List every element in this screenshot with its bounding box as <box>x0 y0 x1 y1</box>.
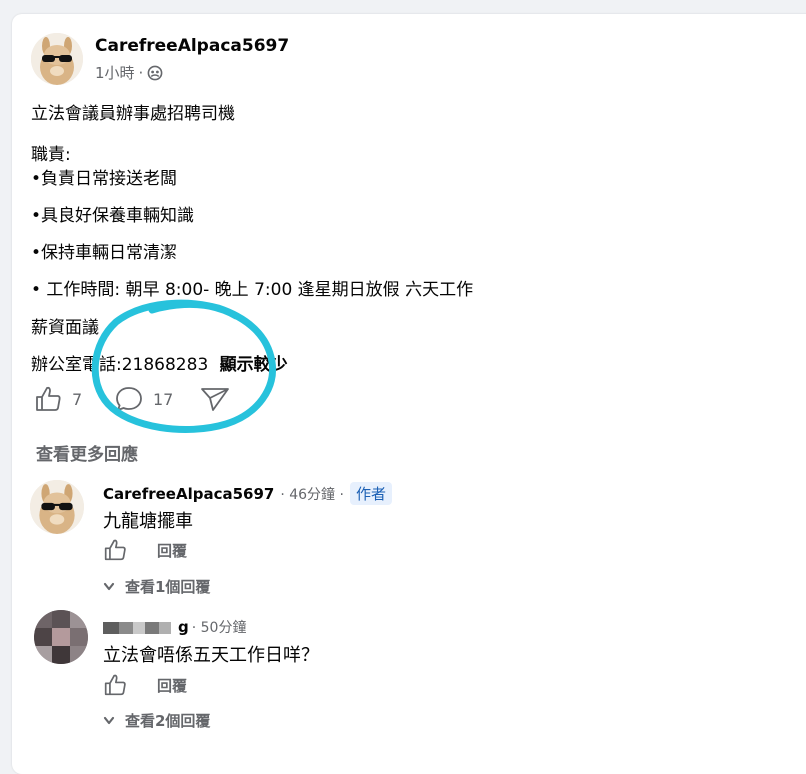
post-body-line: •負責日常接送老闆 <box>31 169 178 189</box>
post-title-line: 立法會議員辦事處招聘司機 <box>31 104 235 124</box>
comment-header: g · 50分鐘 <box>103 617 246 637</box>
comment-avatar-blurred[interactable] <box>34 610 88 664</box>
post-meta: 1小時 · <box>95 62 163 83</box>
pixelated-avatar-icon <box>34 610 88 664</box>
post-time[interactable]: 1小時 <box>95 62 135 83</box>
view-replies-link[interactable]: 查看1個回覆 <box>103 576 210 597</box>
thumbs-up-icon <box>36 386 61 411</box>
post-author-avatar[interactable] <box>31 33 83 85</box>
view-more-comments-link[interactable]: 查看更多回應 <box>36 440 138 465</box>
alpaca-avatar-icon <box>31 33 83 85</box>
like-count: 7 <box>72 389 83 409</box>
meta-separator: · <box>138 63 144 82</box>
comment-header: CarefreeAlpaca5697 · 46分鐘 · 作者 <box>103 482 392 505</box>
redacted-name-icon <box>103 622 171 634</box>
thumbs-up-icon[interactable] <box>103 674 127 696</box>
view-replies-link[interactable]: 查看2個回覆 <box>103 710 210 731</box>
comment-text: 九龍塘擺車 <box>103 511 193 532</box>
audience-group-icon[interactable] <box>147 65 163 81</box>
reply-button[interactable]: 回覆 <box>157 540 187 561</box>
alpaca-avatar-icon <box>30 480 84 534</box>
like-button[interactable]: 7 <box>34 386 82 412</box>
thumbs-up-icon[interactable] <box>103 539 127 561</box>
chevron-down-icon <box>103 582 115 590</box>
comment-author-suffix[interactable]: g <box>178 618 189 636</box>
comment-avatar[interactable] <box>30 480 84 534</box>
chevron-down-icon <box>103 716 115 724</box>
post-body-line: •具良好保養車輛知識 <box>31 206 195 226</box>
comment-actions: 回覆 <box>103 539 187 561</box>
view-replies-label: 查看2個回覆 <box>125 712 211 730</box>
author-badge: 作者 <box>349 482 392 505</box>
comment-time[interactable]: · 50分鐘 <box>192 617 247 637</box>
comment-author[interactable]: CarefreeAlpaca5697 <box>103 485 274 503</box>
post-author-name[interactable]: CarefreeAlpaca5697 <box>95 36 289 56</box>
comment-actions: 回覆 <box>103 674 187 696</box>
comment-time[interactable]: · 46分鐘 · <box>280 484 344 504</box>
comment-text: 立法會唔係五天工作日咩？ <box>103 645 319 666</box>
view-replies-label: 查看1個回覆 <box>125 578 211 596</box>
reply-button[interactable]: 回覆 <box>157 675 187 696</box>
annotation-circle-icon <box>91 299 277 433</box>
post-body-line: •保持車輛日常清潔 <box>31 243 178 263</box>
post-body-line: 職責: <box>31 145 71 165</box>
